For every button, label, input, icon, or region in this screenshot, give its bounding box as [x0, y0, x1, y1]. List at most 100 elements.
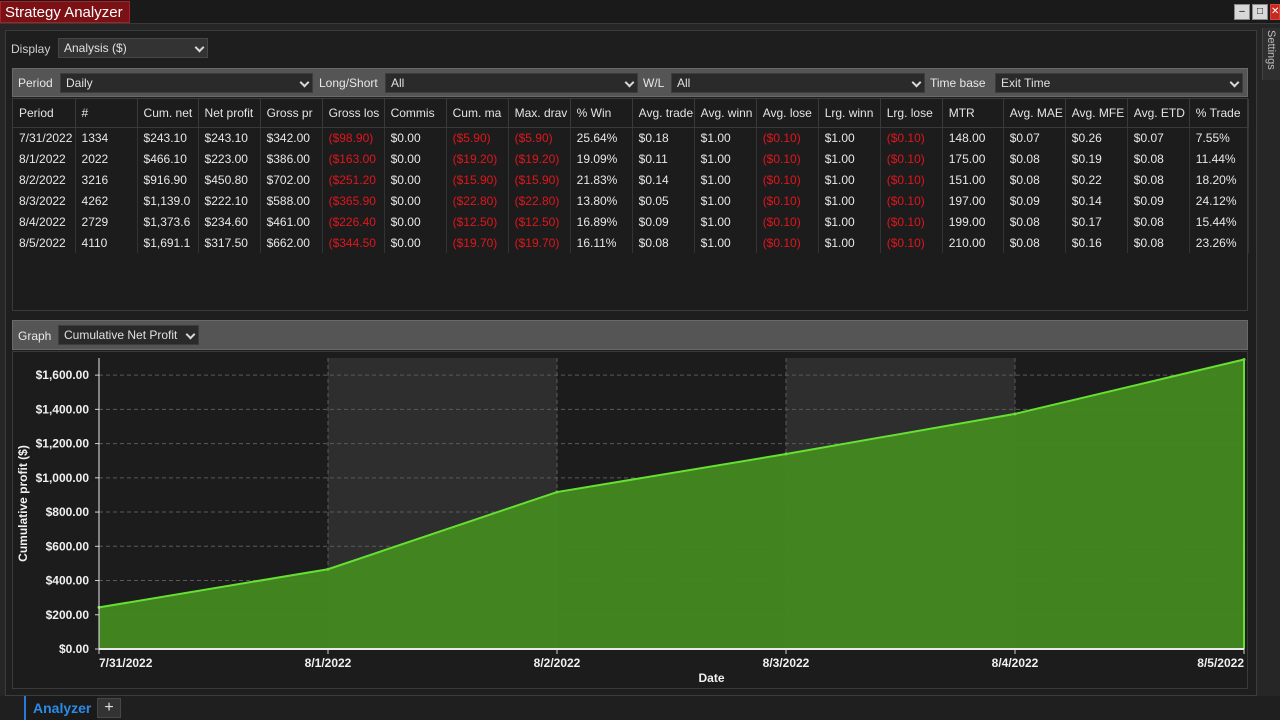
column-header[interactable]: MTR: [942, 99, 1004, 128]
column-header[interactable]: Avg. ETD: [1127, 99, 1190, 128]
column-header[interactable]: Avg. winn: [694, 99, 757, 128]
column-header[interactable]: Max. drav: [508, 99, 571, 128]
table-cell: 2022: [75, 148, 138, 169]
column-header[interactable]: #: [75, 99, 138, 128]
table-cell: $317.50: [198, 232, 261, 253]
table-cell: $0.08: [1127, 232, 1190, 253]
period-select[interactable]: Daily: [60, 73, 313, 93]
wl-select[interactable]: All: [671, 73, 925, 93]
table-cell: $702.00: [260, 169, 323, 190]
add-tab-button[interactable]: +: [97, 698, 121, 718]
table-row[interactable]: 8/1/2022 2022 $466.10 $223.00 $386.00 ($163.0…: [13, 148, 1250, 169]
table-row[interactable]: 8/3/2022 4262 $1,139.0 $222.10 $588.00 ($365.…: [13, 190, 1250, 211]
display-select-value: Analysis ($): [64, 41, 127, 55]
table-cell: $0.08: [1003, 211, 1066, 232]
table-cell: $0.14: [1065, 190, 1128, 211]
table-cell: 7.55%: [1189, 127, 1250, 148]
table-cell: ($0.10): [880, 211, 943, 232]
table-cell: 1334: [75, 127, 138, 148]
table-cell: ($5.90): [446, 127, 509, 148]
graph-select[interactable]: Cumulative Net Profit: [58, 325, 199, 345]
x-tick-label: 8/2/2022: [534, 656, 581, 670]
close-button[interactable]: ✕: [1270, 4, 1280, 20]
table-cell: $342.00: [260, 127, 323, 148]
x-tick-label: 7/31/2022: [99, 656, 153, 670]
tab-analyzer[interactable]: Analyzer: [24, 696, 99, 720]
table-cell: ($19.20): [508, 148, 571, 169]
table-cell: 210.00: [942, 232, 1004, 253]
table-row[interactable]: 7/31/2022 1334 $243.10 $243.10 $342.00 ($98.9…: [13, 127, 1250, 148]
column-header[interactable]: Avg. MFE: [1065, 99, 1128, 128]
maximize-button[interactable]: □: [1252, 4, 1268, 20]
table-cell: ($19.70): [446, 232, 509, 253]
minimize-button[interactable]: ‒: [1234, 4, 1250, 20]
wl-select-value: All: [677, 76, 691, 90]
column-header[interactable]: Avg. MAE: [1003, 99, 1066, 128]
table-cell: 151.00: [942, 169, 1004, 190]
settings-side-tab[interactable]: Settings: [1262, 28, 1280, 80]
x-tick-label: 8/3/2022: [763, 656, 810, 670]
wl-label: W/L: [643, 76, 665, 90]
chevron-down-icon: [1229, 77, 1240, 88]
column-header[interactable]: Avg. trade: [632, 99, 695, 128]
table-cell: $1.00: [694, 211, 757, 232]
table-cell: ($15.90): [446, 169, 509, 190]
table-cell: ($0.10): [756, 232, 819, 253]
table-cell: 3216: [75, 169, 138, 190]
table-cell: $1.00: [694, 169, 757, 190]
table-cell: ($22.80): [508, 190, 571, 211]
column-header[interactable]: Avg. lose: [756, 99, 819, 128]
y-tick-label: $600.00: [46, 539, 90, 553]
table-cell: ($98.90): [322, 127, 385, 148]
analysis-table: Period # Cum. net Net profit Gross pr Gross l…: [12, 98, 1250, 311]
table-cell: 25.64%: [570, 127, 633, 148]
table-cell: ($0.10): [880, 190, 943, 211]
table-cell: 19.09%: [570, 148, 633, 169]
table-cell: 16.89%: [570, 211, 633, 232]
table-cell: $0.17: [1065, 211, 1128, 232]
table-cell: $0.00: [384, 190, 447, 211]
y-tick-label: $1,200.00: [36, 437, 90, 451]
column-header[interactable]: Lrg. winn: [818, 99, 881, 128]
table-cell: ($0.10): [880, 232, 943, 253]
column-header[interactable]: Commis: [384, 99, 447, 128]
table-cell: $0.11: [632, 148, 695, 169]
table-cell: $0.19: [1065, 148, 1128, 169]
table-row[interactable]: 8/4/2022 2729 $1,373.6 $234.60 $461.00 ($226.…: [13, 211, 1250, 232]
column-header[interactable]: Gross los: [322, 99, 385, 128]
table-cell: $450.80: [198, 169, 261, 190]
x-axis-title: Date: [698, 671, 724, 685]
column-header[interactable]: Cum. net: [137, 99, 199, 128]
table-cell: 8/3/2022: [13, 190, 76, 211]
column-header[interactable]: Period: [13, 99, 76, 128]
table-cell: $0.00: [384, 148, 447, 169]
column-header[interactable]: Gross pr: [260, 99, 323, 128]
time-base-select[interactable]: Exit Time: [995, 73, 1243, 93]
long-short-select[interactable]: All: [385, 73, 638, 93]
table-cell: $0.14: [632, 169, 695, 190]
table-cell: 15.44%: [1189, 211, 1250, 232]
table-cell: 24.12%: [1189, 190, 1250, 211]
table-cell: $234.60: [198, 211, 261, 232]
column-header[interactable]: Cum. ma: [446, 99, 509, 128]
table-cell: ($251.20: [322, 169, 385, 190]
table-cell: $0.08: [632, 232, 695, 253]
bottom-tab-bar: Analyzer +: [0, 696, 1280, 720]
table-cell: 16.11%: [570, 232, 633, 253]
column-header[interactable]: Net profit: [198, 99, 261, 128]
table-cell: $1.00: [694, 190, 757, 211]
table-cell: $0.16: [1065, 232, 1128, 253]
table-row[interactable]: 8/2/2022 3216 $916.90 $450.80 $702.00 ($251.2…: [13, 169, 1250, 190]
table-cell: $662.00: [260, 232, 323, 253]
table-cell: $588.00: [260, 190, 323, 211]
table-cell: $1.00: [694, 148, 757, 169]
column-header[interactable]: Lrg. lose: [880, 99, 943, 128]
table-cell: $1.00: [694, 232, 757, 253]
table-cell: $223.00: [198, 148, 261, 169]
table-row[interactable]: 8/5/2022 4110 $1,691.1 $317.50 $662.00 ($344.…: [13, 232, 1250, 253]
table-cell: $1.00: [818, 148, 881, 169]
table-cell: ($0.10): [880, 127, 943, 148]
display-select[interactable]: Analysis ($): [58, 38, 208, 58]
column-header[interactable]: % Win: [570, 99, 633, 128]
column-header[interactable]: % Trade: [1189, 99, 1250, 128]
